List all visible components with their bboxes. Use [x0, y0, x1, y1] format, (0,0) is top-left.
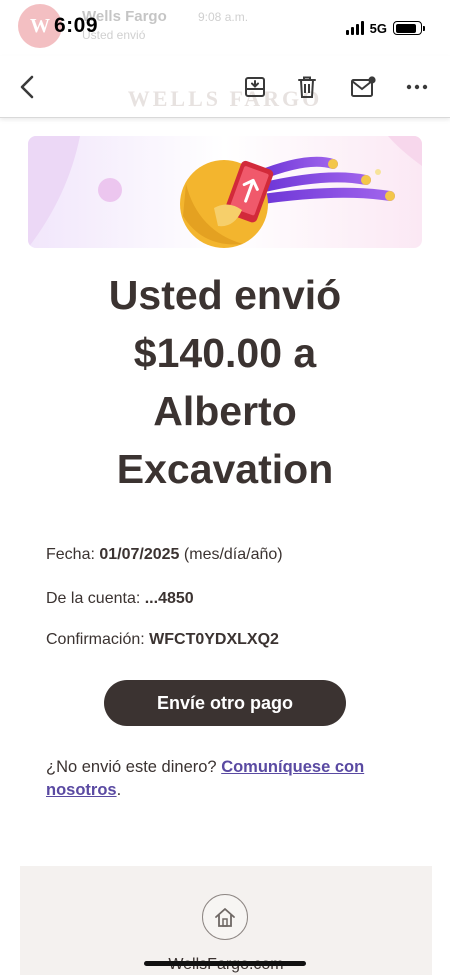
status-time: 6:09 — [54, 14, 99, 37]
not-sent-period: . — [116, 781, 122, 799]
not-sent-notice: ¿No envió este dinero? Comuníquese con n… — [46, 756, 416, 802]
signal-icon — [345, 21, 364, 35]
from-account: De la cuenta: ...4850 — [46, 590, 194, 608]
payment-date: Fecha: 01/07/2025 (mes/día/año) — [46, 546, 283, 564]
notification-time: 9:08 a.m. — [198, 10, 249, 24]
email-footer: WellsFargo.com — [20, 866, 432, 975]
status-indicators: 5G — [345, 18, 425, 38]
headline-line: Usted envió — [108, 272, 342, 318]
headline-line: Excavation — [116, 446, 334, 492]
status-bar: W Wells Fargo 9:08 a.m. Usted envió 6:09… — [0, 0, 450, 56]
email-headline: Usted envió $140.00 a Alberto Excavation — [0, 266, 450, 498]
archive-icon[interactable] — [238, 70, 272, 104]
confirmation-number: Confirmación: WFCT0YDXLXQ2 — [46, 631, 279, 649]
payment-sent-illustration — [28, 136, 422, 248]
network-type: 5G — [369, 20, 387, 36]
send-another-payment-button[interactable]: Envíe otro pago — [104, 680, 346, 726]
home-indicator — [144, 961, 306, 966]
battery-icon — [393, 21, 425, 35]
home-icon[interactable] — [202, 894, 248, 940]
account-value: ...4850 — [144, 590, 194, 607]
date-label: Fecha: — [46, 546, 95, 563]
mail-toolbar: WELLS FARGO — [0, 56, 450, 118]
confirmation-label: Confirmación: — [46, 631, 145, 648]
trash-icon[interactable] — [290, 70, 324, 104]
wells-fargo-watermark: WELLS FARGO — [127, 86, 323, 111]
date-format: (mes/día/año) — [183, 546, 283, 563]
headline-line: Alberto — [153, 388, 297, 434]
more-icon[interactable] — [400, 70, 434, 104]
back-arrow-icon[interactable] — [10, 70, 44, 104]
confirmation-value: WFCT0YDXLXQ2 — [149, 631, 279, 648]
date-value: 01/07/2025 — [99, 546, 180, 563]
mark-unread-icon[interactable] — [346, 70, 380, 104]
not-sent-text: ¿No envió este dinero? — [46, 758, 222, 776]
account-label: De la cuenta: — [46, 590, 141, 607]
battery-level — [395, 23, 416, 33]
headline-line: $140.00 a — [133, 330, 317, 376]
